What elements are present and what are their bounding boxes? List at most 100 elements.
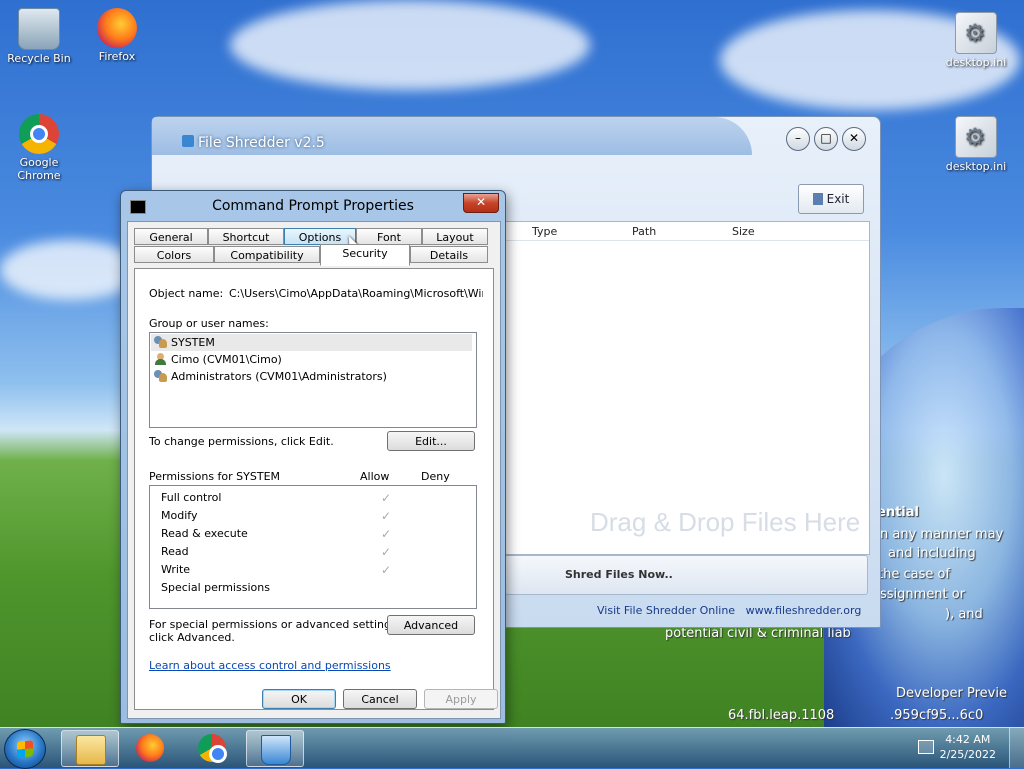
clock-time: 4:42 AM [945,733,991,746]
wallpaper-text: n any manner may [880,527,1004,542]
user-list[interactable]: SYSTEM Cimo (CVM01\Cimo) Administrators … [149,332,477,428]
advanced-button[interactable]: Advanced [387,615,475,635]
wallpaper-text: ssignment or [880,587,966,602]
system-clock[interactable]: 4:42 AM 2/25/2022 [940,732,996,762]
taskbar-chrome[interactable] [184,730,240,765]
column-header-type[interactable]: Type [532,225,557,238]
desktop-icon-firefox[interactable]: Firefox [79,8,155,63]
taskbar-explorer[interactable] [61,730,119,767]
tab-compatibility[interactable]: Compatibility [214,246,320,263]
tab-font[interactable]: Font [356,228,422,245]
door-icon [812,193,823,205]
user-name: Cimo (CVM01\Cimo) [171,353,282,366]
desktop-icon-label: desktop.ini [945,160,1007,173]
taskbar-file-shredder[interactable] [246,730,304,767]
allow-check-icon: ✓ [381,509,392,523]
user-name: Administrators (CVM01\Administrators) [171,370,387,383]
permissions-list[interactable]: Full control ✓ Modify ✓ Read & execute ✓ Re… [149,485,477,609]
allow-check-icon: ✓ [381,563,392,577]
tab-general[interactable]: General [134,228,208,245]
user-list-item[interactable]: SYSTEM [151,334,472,351]
show-desktop-button[interactable] [1009,728,1024,768]
tab-colors[interactable]: Colors [134,246,214,263]
clock-date: 2/25/2022 [939,748,996,761]
wallpaper-text: .959cf95...6c0 [890,708,984,723]
wallpaper-text: ), and [945,607,983,622]
object-name-label: Object name: [149,287,224,300]
shredder-icon [261,735,291,765]
start-button[interactable] [4,729,46,769]
apply-button[interactable]: Apply [424,689,498,709]
advanced-text: For special permissions or advanced sett… [149,618,401,631]
ok-button[interactable]: OK [262,689,336,709]
drag-drop-hint: Drag & Drop Files Here [590,507,861,537]
desktop-icon-label: Recycle Bin [7,52,71,65]
allow-check-icon: ✓ [381,491,392,505]
dialog-body: General Shortcut Options Font Layout Col… [127,221,501,719]
maximize-button[interactable]: □ [814,127,838,151]
firefox-icon [136,734,164,762]
security-panel: Object name: C:\Users\Cimo\AppData\Roami… [134,268,494,710]
allow-check-icon: ✓ [381,527,392,541]
permission-row: Write ✓ [161,561,391,579]
user-list-item[interactable]: Administrators (CVM01\Administrators) [154,368,387,385]
permission-name: Read & execute [161,527,248,540]
tab-layout[interactable]: Layout [422,228,488,245]
footer-links: Visit File Shredder Online www.fileshred… [597,604,861,617]
wallpaper-text: Developer Previe [896,686,1007,701]
allow-check-icon: ✓ [381,545,392,559]
learn-more-link[interactable]: Learn about access control and permissio… [149,659,391,672]
user-list-item[interactable]: Cimo (CVM01\Cimo) [154,351,282,368]
chrome-icon [198,734,227,763]
permission-name: Read [161,545,189,558]
group-icon [154,336,168,348]
permission-row: Read & execute ✓ [161,525,391,543]
tab-security[interactable]: Security [320,244,410,266]
firefox-icon [97,8,137,48]
group-icon [154,370,168,382]
exit-button[interactable]: Exit [798,184,864,214]
desktop-icon-label: desktop.ini [945,56,1007,69]
user-name: SYSTEM [171,336,215,349]
column-header-path[interactable]: Path [632,225,656,238]
column-header-size[interactable]: Size [732,225,755,238]
dialog-title: Command Prompt Properties [212,198,414,214]
advanced-text: click Advanced. [149,631,235,644]
desktop-icon-label: Firefox [98,50,136,63]
permission-name: Write [161,563,191,576]
deny-header: Deny [421,470,450,483]
wallpaper-text: ential [877,505,919,520]
permission-row: Full control ✓ [161,489,391,507]
recycle-bin-icon [18,8,60,50]
website-link[interactable]: www.fileshredder.org [746,604,862,617]
desktop-icon-recycle-bin[interactable]: Recycle Bin [1,8,77,65]
group-label: Group or user names: [149,317,269,330]
close-button[interactable]: ✕ [463,193,499,213]
allow-header: Allow [360,470,390,483]
desktop-icon-desktop-ini[interactable]: desktop.ini [938,116,1014,173]
permission-row: Modify ✓ [161,507,391,525]
visit-link[interactable]: Visit File Shredder Online [597,604,735,617]
permission-name: Special permissions [161,581,270,594]
permission-name: Modify [161,509,198,522]
permission-name: Full control [161,491,222,504]
permission-row: Special permissions [161,579,270,597]
minimize-button[interactable]: – [786,127,810,151]
close-button[interactable]: ✕ [842,127,866,151]
taskbar-firefox[interactable] [122,730,178,765]
edit-button[interactable]: Edit... [387,431,475,451]
tab-details[interactable]: Details [410,246,488,263]
wallpaper-cloud [230,0,590,90]
window-title: File Shredder v2.5 [182,135,325,151]
object-name-value: C:\Users\Cimo\AppData\Roaming\Microsoft\… [229,287,483,300]
cancel-button[interactable]: Cancel [343,689,417,709]
permissions-header: Permissions for SYSTEM [149,470,281,483]
wallpaper-text: 64.fbl.leap.1108 [728,708,835,723]
desktop-icon-google-chrome[interactable]: Google Chrome [1,114,77,182]
desktop-icon-desktop-ini[interactable]: desktop.ini [938,12,1014,69]
wallpaper-text: and including [888,546,976,561]
tab-shortcut[interactable]: Shortcut [208,228,284,245]
taskbar: 4:42 AM 2/25/2022 [0,727,1024,769]
settings-file-icon [955,12,997,54]
network-icon[interactable] [918,740,934,754]
